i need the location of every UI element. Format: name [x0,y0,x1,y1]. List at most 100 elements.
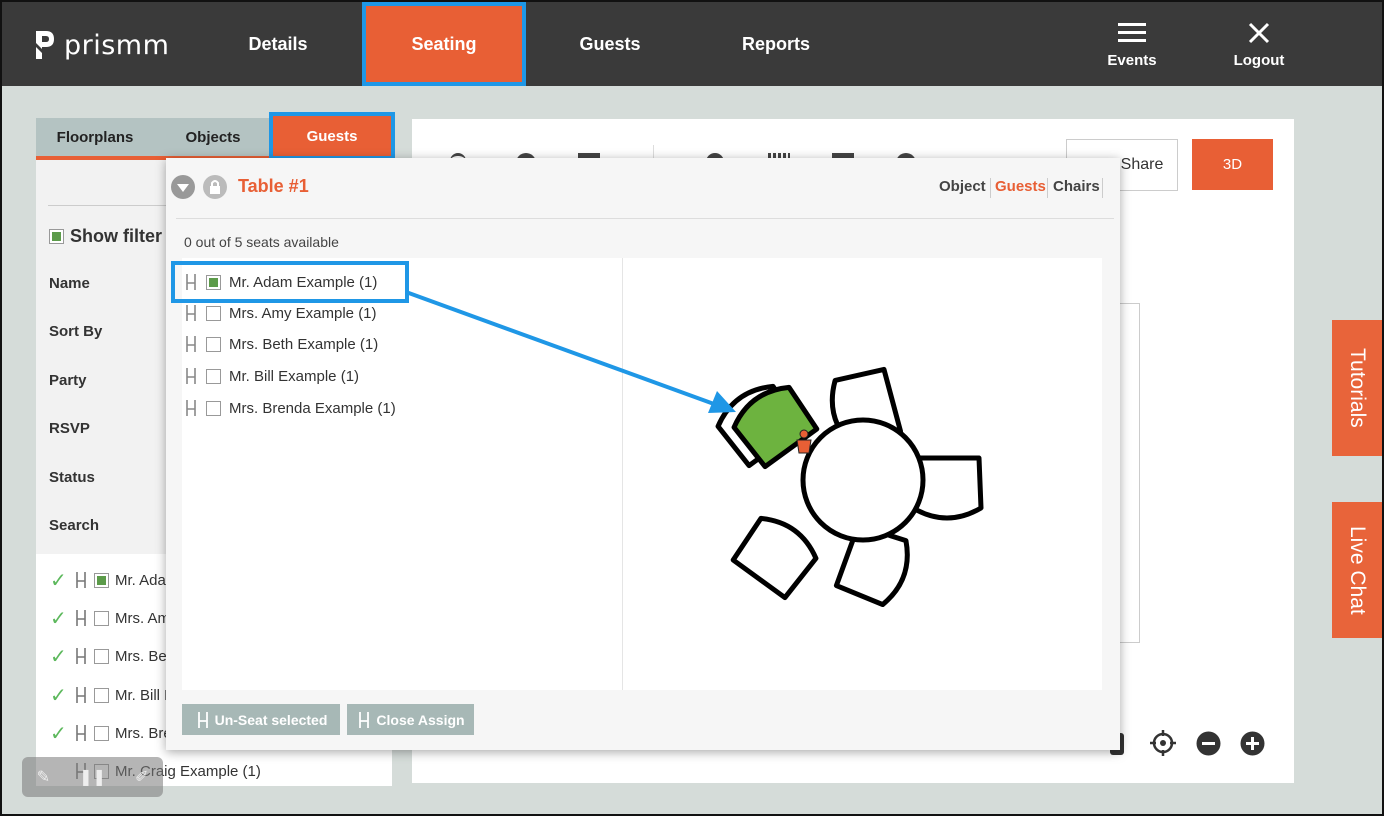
guest-checkbox[interactable] [206,400,221,416]
chair-icon [186,400,196,416]
nav-tab-guests[interactable]: Guests [528,2,692,86]
chair-icon [197,711,208,728]
tab-divider [1047,178,1048,198]
zoom-out-icon[interactable] [1196,731,1221,756]
popup-tab-object[interactable]: Object [939,178,986,195]
guest-checkbox[interactable] [206,368,221,384]
seated-check-icon: ✓ [50,722,67,745]
chair-icon [76,572,86,588]
close-icon [1248,22,1270,44]
popup-title: Table #1 [238,176,309,196]
chair-icon [186,368,196,384]
logout-button[interactable]: Logout [1219,20,1299,69]
live-chat-tab[interactable]: Live Chat [1332,502,1382,638]
seated-check-icon: ✓ [50,569,67,592]
locate-icon[interactable] [1150,730,1176,756]
tab-guests[interactable]: Guests [269,112,395,160]
unseat-selected-button[interactable]: Un-Seat selected [182,704,340,735]
seats-available-text: 0 out of 5 seats available [184,234,339,250]
nav-tab-seating[interactable]: Seating [362,2,526,86]
chair-icon [76,648,86,664]
guest-checkbox[interactable] [94,572,109,588]
table-diagram-svg [715,366,984,608]
show-filter-checkbox[interactable] [49,229,64,244]
popup-guest-list: Mr. Adam Example (1) Mrs. Amy Example (1… [171,258,622,690]
view-3d-button[interactable]: 3D [1192,139,1273,190]
tab-divider [1102,178,1103,198]
tab-label: Objects [185,128,241,146]
list-item[interactable]: Mrs. Amy Example (1) [182,298,377,328]
zoom-in-icon[interactable] [1240,731,1265,756]
guest-checkbox[interactable] [94,610,109,626]
nav-tab-label: Reports [741,33,810,54]
close-assign-label: Close Assign [376,711,465,728]
pause-icon[interactable]: ❚❚ [79,767,106,787]
chair-icon [186,305,196,321]
nav-tab-label: Guests [579,33,641,54]
draw-icon[interactable]: ✐ [135,767,148,787]
nav-tab-label: Seating [411,33,477,54]
filter-party-label: Party [49,372,87,389]
filter-sortby-label: Sort By [49,323,103,340]
events-button[interactable]: Events [1092,20,1172,69]
close-assign-button[interactable]: Close Assign [347,704,474,735]
guest-name: Mrs. Brenda Example (1) [229,399,396,417]
nav-tab-label: Details [248,33,308,54]
floorplan-outline [1120,303,1140,643]
chair-icon [76,725,86,741]
list-item[interactable]: Mr. Adam Example (1) [171,261,409,303]
tab-label: Floorplans [56,128,134,146]
chair-icon [76,610,86,626]
seat[interactable] [730,510,822,601]
guest-checkbox[interactable] [206,336,221,352]
events-label: Events [1107,52,1157,69]
popup-header: Table #1 Object Guests Chairs [166,158,1120,218]
round-table[interactable] [800,417,926,543]
guest-checkbox[interactable] [206,274,221,290]
guest-name: Mr. Bill Example (1) [229,367,360,385]
collapse-icon[interactable] [171,175,195,199]
guest-checkbox[interactable] [94,725,109,741]
tab-floorplans[interactable]: Floorplans [36,118,154,156]
filter-search-label: Search [49,517,100,534]
filter-status-label: Status [49,469,95,486]
left-panel-tabs: Floorplans Objects Guests [36,112,395,160]
tab-label: Guests [306,127,358,145]
guest-checkbox[interactable] [94,648,109,664]
chair-icon [186,336,196,352]
hamburger-menu-icon [1118,23,1146,42]
logo-text: prismm [64,29,170,61]
popup-tab-guests[interactable]: Guests [995,178,1046,195]
recorder-controls: ✎ ❚❚ ✐ [22,757,163,797]
guest-name: Mrs. Beth Example (1) [229,335,379,353]
list-item[interactable]: Mrs. Beth Example (1) [182,329,378,359]
popup-tab-chairs[interactable]: Chairs [1053,178,1100,195]
show-filter-toggle[interactable]: Show filter [49,226,162,247]
unseat-selected-label: Un-Seat selected [214,711,328,728]
tutorials-tab[interactable]: Tutorials [1332,320,1382,456]
app-frame: prismm Details Seating Guests Reports Ev… [0,0,1384,816]
nav-tab-details[interactable]: Details [196,2,360,86]
table-diagram [622,258,1102,690]
top-navigation: prismm Details Seating Guests Reports Ev… [2,2,1382,86]
show-filter-label: Show filter [70,226,163,246]
popup-divider [176,218,1114,219]
edit-icon[interactable]: ✎ [37,767,50,787]
logo[interactable]: prismm [34,28,169,62]
lock-icon[interactable] [203,175,227,199]
filter-name-label: Name [49,275,90,292]
view-3d-label: 3D [1222,156,1243,173]
guest-checkbox[interactable] [94,687,109,703]
share-label: Share [1120,156,1164,173]
list-item[interactable]: Mr. Bill Example (1) [182,361,359,391]
filter-rsvp-label: RSVP [49,420,90,437]
seated-check-icon: ✓ [50,607,67,630]
tab-objects[interactable]: Objects [154,118,272,156]
tab-divider [990,178,991,198]
list-item[interactable]: Mrs. Brenda Example (1) [182,393,396,423]
table-assign-popup: Table #1 Object Guests Chairs 0 out of 5… [166,158,1120,750]
nav-tab-reports[interactable]: Reports [694,2,858,86]
chair-icon [359,711,370,728]
guest-checkbox[interactable] [206,305,221,321]
seated-check-icon: ✓ [50,684,67,707]
